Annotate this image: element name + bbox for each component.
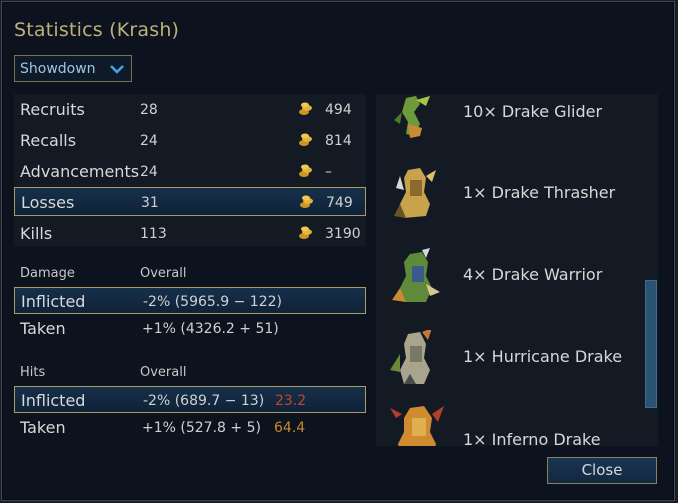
row-count: 24	[140, 164, 158, 180]
gold-icon	[299, 226, 312, 239]
unit-label: 4× Drake Warrior	[463, 265, 603, 284]
row-label: Kills	[20, 224, 53, 243]
row-gold: –	[325, 164, 332, 180]
summary-row-losses[interactable]: Losses 31 749	[14, 187, 366, 216]
row-count: 24	[140, 133, 158, 149]
row-gold: 494	[325, 102, 352, 118]
hits-row-inflicted[interactable]: Inflicted -2% (689.7 − 13) 23.2	[14, 386, 366, 413]
row-label: Inflicted	[21, 391, 86, 410]
unit-list-panel: 10× Drake Glider 1× Drake Thrasher 4× Dr…	[376, 94, 658, 446]
hits-header: Hits	[20, 365, 46, 380]
gold-icon	[299, 133, 312, 146]
row-expected: 64.4	[274, 420, 306, 436]
damage-row-taken[interactable]: Taken +1% (4326.2 + 51)	[14, 315, 366, 342]
row-label: Taken	[20, 418, 66, 437]
drake-warrior-sprite	[392, 248, 440, 302]
damage-row-inflicted[interactable]: Inflicted -2% (5965.9 − 122)	[14, 287, 366, 314]
hurricane-drake-sprite	[390, 330, 432, 384]
drake-thrasher-sprite	[394, 168, 436, 218]
row-count: 113	[140, 226, 167, 242]
damage-header: Damage	[20, 266, 75, 281]
inferno-drake-sprite	[390, 406, 444, 446]
row-gold: 3190	[325, 226, 361, 242]
scenario-dropdown-value: Showdown	[20, 61, 96, 77]
unit-label: 1× Inferno Drake	[463, 430, 601, 446]
row-value: +1% (4326.2 + 51)	[142, 321, 279, 337]
row-value: -2% (689.7 − 13)	[143, 393, 265, 409]
gold-icon	[299, 102, 312, 115]
dialog-title: Statistics (Krash)	[14, 19, 180, 41]
unit-row-hurricane-drake[interactable]: 1× Hurricane Drake	[376, 330, 636, 412]
close-button[interactable]: Close	[547, 457, 657, 484]
scenario-dropdown[interactable]: Showdown	[14, 55, 132, 82]
row-expected: 23.2	[275, 393, 307, 409]
summary-row-kills[interactable]: Kills 113 3190	[14, 219, 366, 248]
summary-row-recruits[interactable]: Recruits 28 494	[14, 95, 366, 124]
unit-row-drake-warrior[interactable]: 4× Drake Warrior	[376, 248, 636, 330]
summary-row-advancements[interactable]: Advancements 24 –	[14, 157, 366, 186]
row-count: 31	[141, 195, 159, 211]
unit-label: 1× Hurricane Drake	[463, 347, 623, 366]
unit-label: 10× Drake Glider	[463, 102, 603, 121]
gold-icon	[300, 195, 313, 208]
summary-row-recalls[interactable]: Recalls 24 814	[14, 126, 366, 155]
row-value: -2% (5965.9 − 122)	[143, 294, 282, 310]
hits-column-header: Overall	[140, 365, 187, 380]
row-label: Taken	[20, 319, 66, 338]
unit-row-inferno-drake[interactable]: 1× Inferno Drake	[376, 404, 636, 446]
unit-row-drake-glider[interactable]: 10× Drake Glider	[376, 94, 636, 176]
row-value: +1% (527.8 + 5)	[142, 420, 261, 436]
gold-icon	[299, 164, 312, 177]
row-label: Advancements	[20, 162, 140, 181]
row-label: Inflicted	[21, 292, 86, 311]
row-label: Recruits	[20, 100, 85, 119]
unit-label: 1× Drake Thrasher	[463, 183, 616, 202]
row-gold: 749	[326, 195, 353, 211]
row-count: 28	[140, 102, 158, 118]
row-gold: 814	[325, 133, 352, 149]
hits-row-taken[interactable]: Taken +1% (527.8 + 5) 64.4	[14, 414, 366, 441]
unit-row-drake-thrasher[interactable]: 1× Drake Thrasher	[376, 166, 636, 248]
row-label: Recalls	[20, 131, 77, 150]
unit-list-scrollbar[interactable]	[645, 280, 657, 408]
drake-glider-sprite	[394, 96, 430, 138]
damage-column-header: Overall	[140, 266, 187, 281]
row-label: Losses	[21, 193, 75, 212]
chevron-down-icon	[110, 65, 124, 74]
